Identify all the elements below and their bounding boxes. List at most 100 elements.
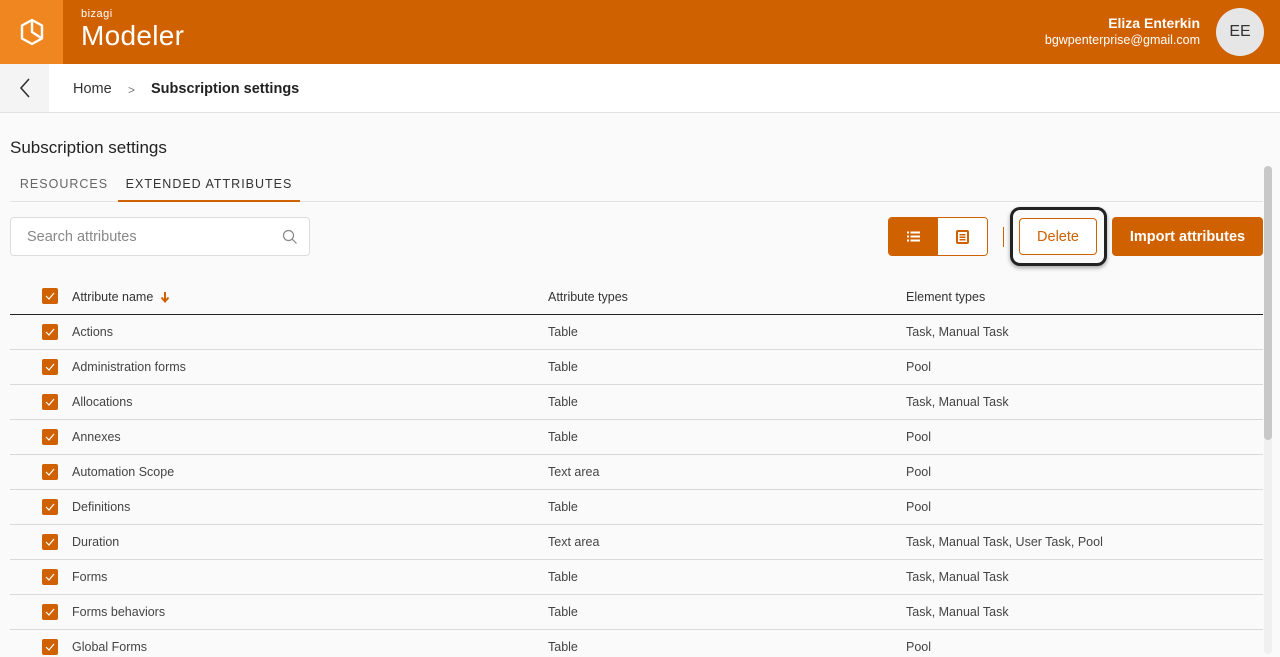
cell-attribute-type: Table bbox=[548, 360, 578, 374]
row-checkbox[interactable] bbox=[42, 569, 58, 585]
cell-attribute-type: Table bbox=[548, 395, 578, 409]
table-row[interactable]: Administration forms Table Pool bbox=[10, 350, 1263, 385]
cell-attribute-type: Text area bbox=[548, 535, 600, 549]
cell-attribute-type: Table bbox=[548, 430, 578, 444]
cell-element-types: Task, Manual Task bbox=[906, 570, 1009, 584]
cell-attribute-name: Annexes bbox=[72, 430, 121, 444]
table-row[interactable]: Definitions Table Pool bbox=[10, 490, 1263, 525]
check-icon bbox=[45, 433, 55, 441]
delete-button[interactable]: Delete bbox=[1019, 218, 1097, 255]
back-button[interactable] bbox=[0, 64, 49, 112]
breadcrumb-separator: > bbox=[128, 83, 136, 97]
table-row[interactable]: Annexes Table Pool bbox=[10, 420, 1263, 455]
cell-attribute-name: Global Forms bbox=[72, 640, 148, 654]
cell-attribute-type: Table bbox=[548, 570, 578, 584]
check-icon bbox=[45, 538, 55, 546]
breadcrumb-home[interactable]: Home bbox=[73, 80, 112, 98]
scrollbar[interactable] bbox=[1264, 166, 1272, 654]
cell-attribute-type: Table bbox=[548, 640, 578, 654]
cell-element-types: Pool bbox=[906, 640, 932, 654]
app-logo[interactable] bbox=[0, 0, 63, 64]
cube-icon bbox=[20, 18, 43, 46]
check-icon bbox=[45, 573, 55, 581]
table-row[interactable]: Automation Scope Text area Pool bbox=[10, 455, 1263, 490]
cell-attribute-name: Definitions bbox=[72, 500, 131, 514]
sort-descending-icon[interactable] bbox=[160, 291, 170, 307]
user-email: bgwpenterprise@gmail.com bbox=[1044, 33, 1200, 47]
table-row[interactable]: Global Forms Table Pool bbox=[10, 630, 1263, 657]
cell-attribute-name: Forms bbox=[72, 570, 108, 584]
breadcrumb-bar: Home > Subscription settings bbox=[0, 64, 1280, 113]
cell-attribute-name: Administration forms bbox=[72, 360, 186, 374]
header-element-types[interactable]: Element types bbox=[906, 289, 985, 305]
check-icon bbox=[45, 608, 55, 616]
header-attribute-name-label: Attribute name bbox=[72, 290, 154, 304]
cell-attribute-name: Actions bbox=[72, 325, 113, 339]
check-icon bbox=[45, 643, 55, 651]
row-checkbox[interactable] bbox=[42, 324, 58, 340]
table-row[interactable]: Allocations Table Task, Manual Task bbox=[10, 385, 1263, 420]
user-name: Eliza Enterkin bbox=[1108, 15, 1200, 31]
detail-view-button[interactable] bbox=[938, 218, 987, 255]
cell-attribute-type: Table bbox=[548, 325, 578, 339]
search-input[interactable] bbox=[11, 218, 271, 255]
cell-element-types: Pool bbox=[906, 430, 932, 444]
row-checkbox[interactable] bbox=[42, 604, 58, 620]
tab-bar: Resources Extended attributes bbox=[10, 166, 1263, 202]
user-info: Eliza Enterkin bgwpenterprise@gmail.com bbox=[1045, 15, 1200, 48]
attributes-table: Attribute name Attribute types Element t… bbox=[10, 279, 1263, 657]
list-icon bbox=[907, 231, 920, 242]
table-body: Actions Table Task, Manual Task Administrat… bbox=[10, 315, 1263, 657]
cell-attribute-name: Automation Scope bbox=[72, 465, 175, 479]
search-icon[interactable] bbox=[282, 229, 298, 250]
cell-attribute-type: Text area bbox=[548, 465, 600, 479]
chevron-left-icon bbox=[19, 78, 30, 98]
cell-attribute-name: Forms behaviors bbox=[72, 605, 166, 619]
row-checkbox[interactable] bbox=[42, 429, 58, 445]
brand: bizagi Modeler bbox=[81, 9, 184, 52]
cell-attribute-name: Allocations bbox=[72, 395, 133, 409]
toolbar-divider bbox=[1003, 227, 1004, 247]
tab-extended-attributes[interactable]: Extended attributes bbox=[118, 166, 300, 202]
row-checkbox[interactable] bbox=[42, 534, 58, 550]
cell-element-types: Task, Manual Task bbox=[906, 605, 1009, 619]
document-list-icon bbox=[956, 229, 969, 244]
cell-element-types: Task, Manual Task bbox=[906, 325, 1009, 339]
check-icon bbox=[45, 468, 55, 476]
avatar[interactable]: EE bbox=[1216, 8, 1264, 56]
row-checkbox[interactable] bbox=[42, 639, 58, 655]
row-checkbox[interactable] bbox=[42, 464, 58, 480]
table-row[interactable]: Actions Table Task, Manual Task bbox=[10, 315, 1263, 350]
cell-attribute-type: Table bbox=[548, 605, 578, 619]
check-icon bbox=[45, 363, 55, 371]
check-icon bbox=[45, 503, 55, 511]
tab-resources[interactable]: Resources bbox=[10, 166, 118, 201]
check-icon bbox=[45, 328, 55, 336]
cell-element-types: Task, Manual Task, User Task, Pool bbox=[906, 535, 1103, 549]
cell-element-types: Pool bbox=[906, 465, 932, 479]
table-row[interactable]: Forms Table Task, Manual Task bbox=[10, 560, 1263, 595]
cell-element-types: Pool bbox=[906, 500, 932, 514]
scrollbar-thumb[interactable] bbox=[1264, 166, 1272, 440]
brand-company: bizagi bbox=[81, 8, 113, 20]
table-row[interactable]: Duration Text area Task, Manual Task, User… bbox=[10, 525, 1263, 560]
cell-attribute-name: Duration bbox=[72, 535, 120, 549]
cell-attribute-type: Table bbox=[548, 500, 578, 514]
breadcrumb-current: Subscription settings bbox=[151, 81, 300, 97]
check-icon bbox=[45, 398, 55, 406]
header-attribute-name[interactable]: Attribute name bbox=[72, 289, 170, 307]
row-checkbox[interactable] bbox=[42, 359, 58, 375]
cell-element-types: Pool bbox=[906, 360, 932, 374]
row-checkbox[interactable] bbox=[42, 499, 58, 515]
view-toggle bbox=[888, 217, 988, 256]
page-title: Subscription settings bbox=[10, 138, 167, 157]
table-row[interactable]: Forms behaviors Table Task, Manual Task bbox=[10, 595, 1263, 630]
header-attribute-types[interactable]: Attribute types bbox=[548, 289, 628, 305]
check-icon bbox=[45, 292, 55, 300]
list-view-button[interactable] bbox=[889, 218, 938, 255]
brand-product: Modeler bbox=[81, 20, 185, 51]
select-all-checkbox[interactable] bbox=[42, 288, 58, 304]
row-checkbox[interactable] bbox=[42, 394, 58, 410]
import-attributes-button[interactable]: Import attributes bbox=[1112, 217, 1263, 256]
table-header: Attribute name Attribute types Element t… bbox=[10, 279, 1263, 315]
